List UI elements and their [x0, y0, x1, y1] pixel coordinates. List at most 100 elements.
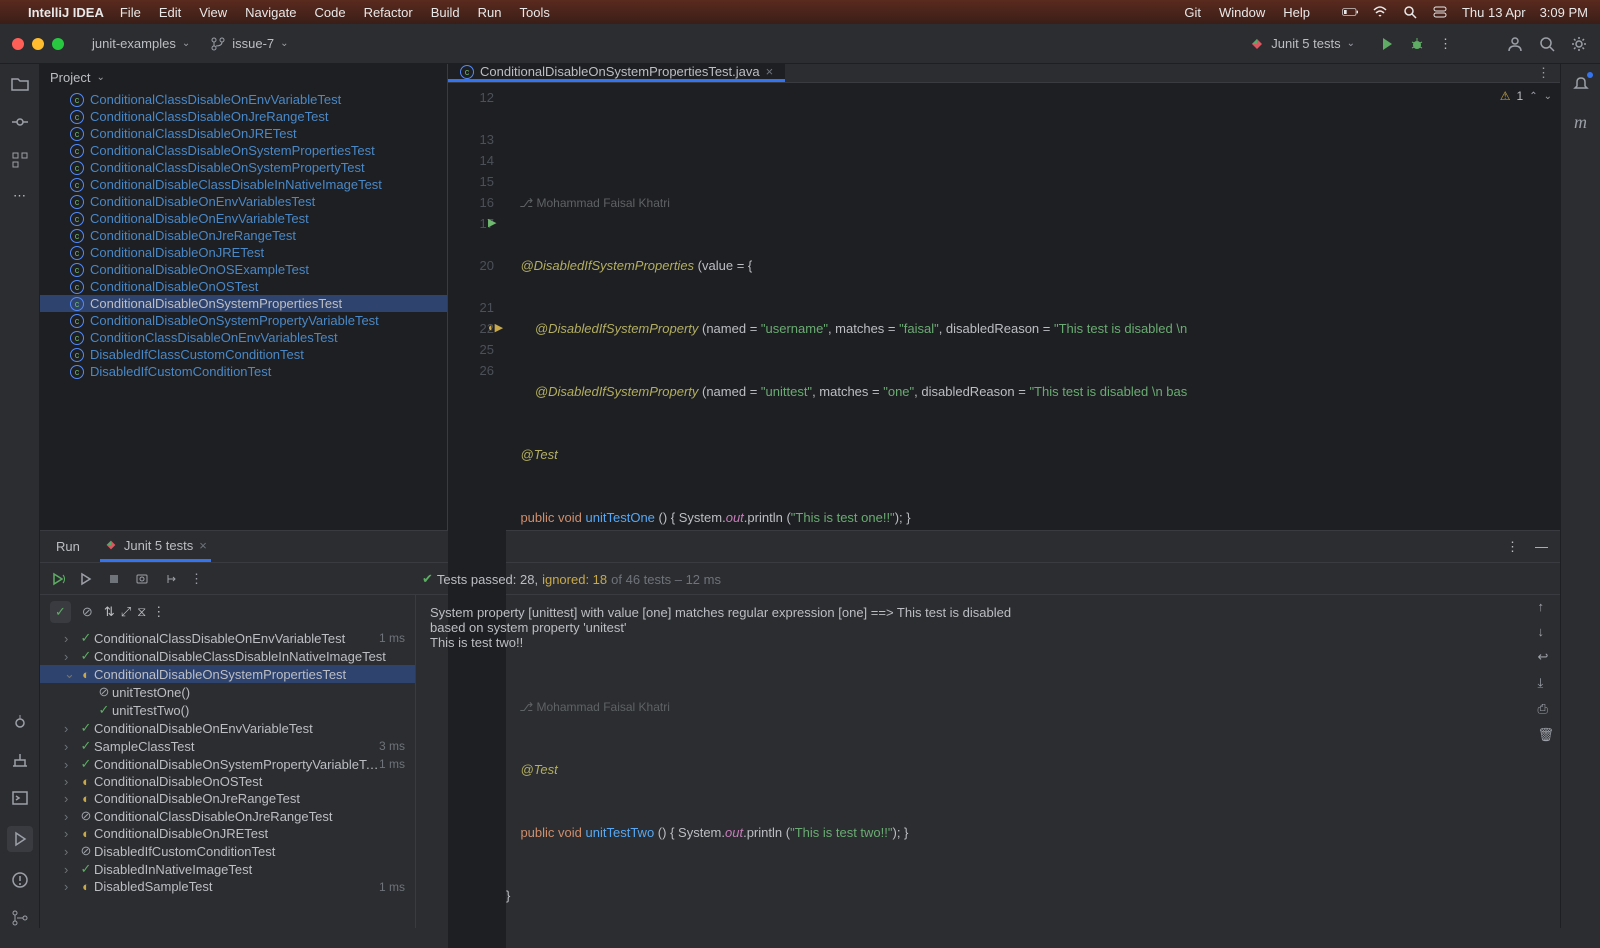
project-selector[interactable]: junit-examples ⌄ [84, 32, 198, 55]
test-tree-row[interactable]: ›✓DisabledInNativeImageTest [40, 860, 415, 878]
project-tree-item[interactable]: cConditionalDisableOnOSTest [40, 278, 447, 295]
project-tree-item[interactable]: cConditionalClassDisableOnSystemProperti… [40, 142, 447, 159]
run-tab-config[interactable]: Junit 5 tests × [100, 532, 211, 562]
git-tool-icon[interactable] [10, 908, 30, 928]
project-tool-icon[interactable] [10, 74, 30, 94]
scroll-to-end-icon[interactable]: ⤓ [1537, 675, 1554, 691]
test-tree-row[interactable]: ›◐ConditionalDisableOnJreRangeTest [40, 790, 415, 807]
project-tree-item[interactable]: cConditionalDisableOnSystemPropertyVaria… [40, 312, 447, 329]
test-tree-row[interactable]: ›✓ConditionalDisableClassDisableInNative… [40, 647, 415, 665]
run-more-icon[interactable]: ⋮ [190, 571, 203, 587]
clear-icon[interactable]: 🗑 [1537, 727, 1554, 743]
show-passed-toggle[interactable]: ✓ [50, 601, 71, 623]
sort-button[interactable]: ⇅ [104, 604, 115, 620]
run-tool-icon[interactable] [7, 826, 33, 852]
test-tree-row[interactable]: ›⊘DisabledIfCustomConditionTest [40, 842, 415, 860]
menu-build[interactable]: Build [431, 5, 460, 20]
soft-wrap-icon[interactable]: ↩ [1537, 649, 1554, 665]
run-button[interactable] [1379, 36, 1395, 52]
expand-arrow-icon[interactable]: › [64, 649, 78, 664]
expand-arrow-icon[interactable]: ⌄ [64, 666, 78, 682]
expand-arrow-icon[interactable]: › [64, 791, 78, 806]
expand-arrow-icon[interactable]: › [64, 844, 78, 859]
problems-tool-icon[interactable] [10, 870, 30, 890]
print-icon[interactable]: ⎙ [1537, 701, 1554, 717]
close-run-tab-icon[interactable]: × [199, 538, 207, 553]
run-gutter-icon[interactable]: ▶ [488, 213, 496, 234]
menu-window[interactable]: Window [1219, 5, 1265, 20]
menubar-date[interactable]: Thu 13 Apr [1462, 5, 1526, 20]
test-tree[interactable]: ✓ ⊘ ⇅ ⤢ ⧖ ⋮ ›✓ConditionalClassDisableOnE… [40, 595, 416, 928]
wifi-icon[interactable] [1372, 4, 1388, 20]
test-tree-row[interactable]: ›◐ConditionalDisableOnJRETest [40, 825, 415, 842]
test-tree-row[interactable]: ⌄◐ConditionalDisableOnSystemPropertiesTe… [40, 665, 415, 683]
scroll-down-icon[interactable]: ↓ [1537, 624, 1554, 639]
more-actions-button[interactable]: ⋮ [1439, 36, 1452, 52]
more-tools-icon[interactable]: ⋯ [13, 188, 26, 204]
settings-icon[interactable] [1570, 35, 1588, 53]
project-tree-item[interactable]: cConditionalDisableOnJRETest [40, 244, 447, 261]
test-tree-row[interactable]: ›⊘ConditionalClassDisableOnJreRangeTest [40, 807, 415, 825]
project-tree-item[interactable]: cConditionalDisableOnSystemPropertiesTes… [40, 295, 447, 312]
notifications-icon[interactable] [1571, 74, 1591, 94]
project-tree-item[interactable]: cConditionalClassDisableOnSystemProperty… [40, 159, 447, 176]
maximize-window-button[interactable] [52, 38, 64, 50]
close-tab-icon[interactable]: × [766, 64, 774, 79]
menu-help[interactable]: Help [1283, 5, 1310, 20]
menu-view[interactable]: View [199, 5, 227, 20]
test-console[interactable]: ✔ Tests passed: 28, ignored: 18 of 46 te… [416, 595, 1560, 928]
project-tree-item[interactable]: cConditionClassDisableOnEnvVariablesTest [40, 329, 447, 346]
chevron-up-icon[interactable]: ⌃ [1529, 91, 1537, 102]
structure-tool-icon[interactable] [10, 150, 30, 170]
menu-edit[interactable]: Edit [159, 5, 181, 20]
test-tree-row[interactable]: ›◐ConditionalDisableOnOSTest [40, 773, 415, 790]
run-gutter-icon[interactable]: ◐▶ [488, 318, 503, 339]
search-everywhere-icon[interactable] [1538, 35, 1556, 53]
test-tree-row[interactable]: ›✓ConditionalDisableOnSystemPropertyVari… [40, 755, 415, 773]
test-tree-row[interactable]: ›✓SampleClassTest3 ms [40, 737, 415, 755]
expand-arrow-icon[interactable]: › [64, 809, 78, 824]
project-tree-item[interactable]: cConditionalDisableOnEnvVariableTest [40, 210, 447, 227]
expand-arrow-icon[interactable]: › [64, 774, 78, 789]
chevron-down-icon[interactable]: ⌄ [1544, 91, 1552, 102]
project-tree-item[interactable]: cConditionalClassDisableOnJreRangeTest [40, 108, 447, 125]
terminal-tool-icon[interactable] [10, 788, 30, 808]
app-name[interactable]: IntelliJ IDEA [28, 5, 104, 20]
debug-tool-icon[interactable] [10, 712, 30, 732]
test-tree-row[interactable]: ›✓ConditionalClassDisableOnEnvVariableTe… [40, 629, 415, 647]
expand-arrow-icon[interactable]: › [64, 631, 78, 646]
menu-code[interactable]: Code [314, 5, 345, 20]
menu-navigate[interactable]: Navigate [245, 5, 296, 20]
debug-button[interactable] [1409, 36, 1425, 52]
project-tree-item[interactable]: cConditionalDisableClassDisableInNativeI… [40, 176, 447, 193]
test-tree-row[interactable]: ⊘unitTestOne() [40, 683, 415, 701]
expand-arrow-icon[interactable]: › [64, 757, 78, 772]
project-tree-item[interactable]: cConditionalClassDisableOnJRETest [40, 125, 447, 142]
stop-button[interactable] [106, 571, 122, 587]
project-tree[interactable]: cConditionalClassDisableOnEnvVariableTes… [40, 91, 447, 530]
scroll-up-icon[interactable]: ↑ [1537, 599, 1554, 614]
battery-icon[interactable] [1342, 4, 1358, 20]
spotlight-icon[interactable] [1402, 4, 1418, 20]
test-tree-row[interactable]: ✓unitTestTwo() [40, 701, 415, 719]
tab-more-icon[interactable]: ⋮ [1527, 65, 1560, 81]
project-tree-item[interactable]: cDisabledIfClassCustomConditionTest [40, 346, 447, 363]
dump-threads-button[interactable] [134, 571, 150, 587]
expand-arrow-icon[interactable]: › [64, 879, 78, 894]
menubar-time[interactable]: 3:09 PM [1540, 5, 1588, 20]
test-tree-row[interactable]: ›✓ConditionalDisableOnEnvVariableTest [40, 719, 415, 737]
expand-button[interactable]: ⤢ [121, 604, 131, 620]
project-panel-header[interactable]: Project ⌄ [40, 64, 447, 91]
tree-more-icon[interactable]: ⋮ [152, 604, 165, 620]
expand-arrow-icon[interactable]: › [64, 739, 78, 754]
menu-tools[interactable]: Tools [519, 5, 549, 20]
menu-file[interactable]: File [120, 5, 141, 20]
project-tree-item[interactable]: cConditionalClassDisableOnEnvVariableTes… [40, 91, 447, 108]
run-tab-run[interactable]: Run [52, 533, 84, 560]
expand-arrow-icon[interactable]: › [64, 721, 78, 736]
editor-tab[interactable]: c ConditionalDisableOnSystemPropertiesTe… [448, 64, 785, 82]
control-center-icon[interactable] [1432, 4, 1448, 20]
branch-selector[interactable]: issue-7 ⌄ [210, 36, 288, 52]
close-window-button[interactable] [12, 38, 24, 50]
project-tree-item[interactable]: cConditionalDisableOnEnvVariablesTest [40, 193, 447, 210]
